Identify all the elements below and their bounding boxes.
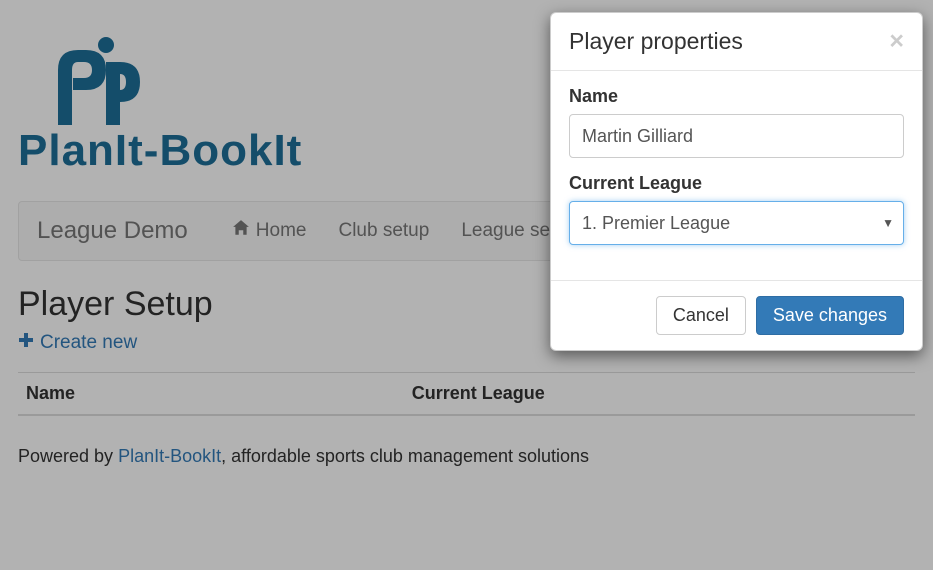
save-button[interactable]: Save changes <box>756 296 904 335</box>
league-label: Current League <box>569 173 904 194</box>
league-select[interactable] <box>569 201 904 245</box>
modal-title: Player properties <box>569 28 743 55</box>
cancel-button[interactable]: Cancel <box>656 296 746 335</box>
name-input[interactable] <box>569 114 904 158</box>
close-icon[interactable]: × <box>889 29 904 54</box>
player-properties-modal: Player properties × Name Current League … <box>550 12 923 351</box>
name-label: Name <box>569 86 904 107</box>
